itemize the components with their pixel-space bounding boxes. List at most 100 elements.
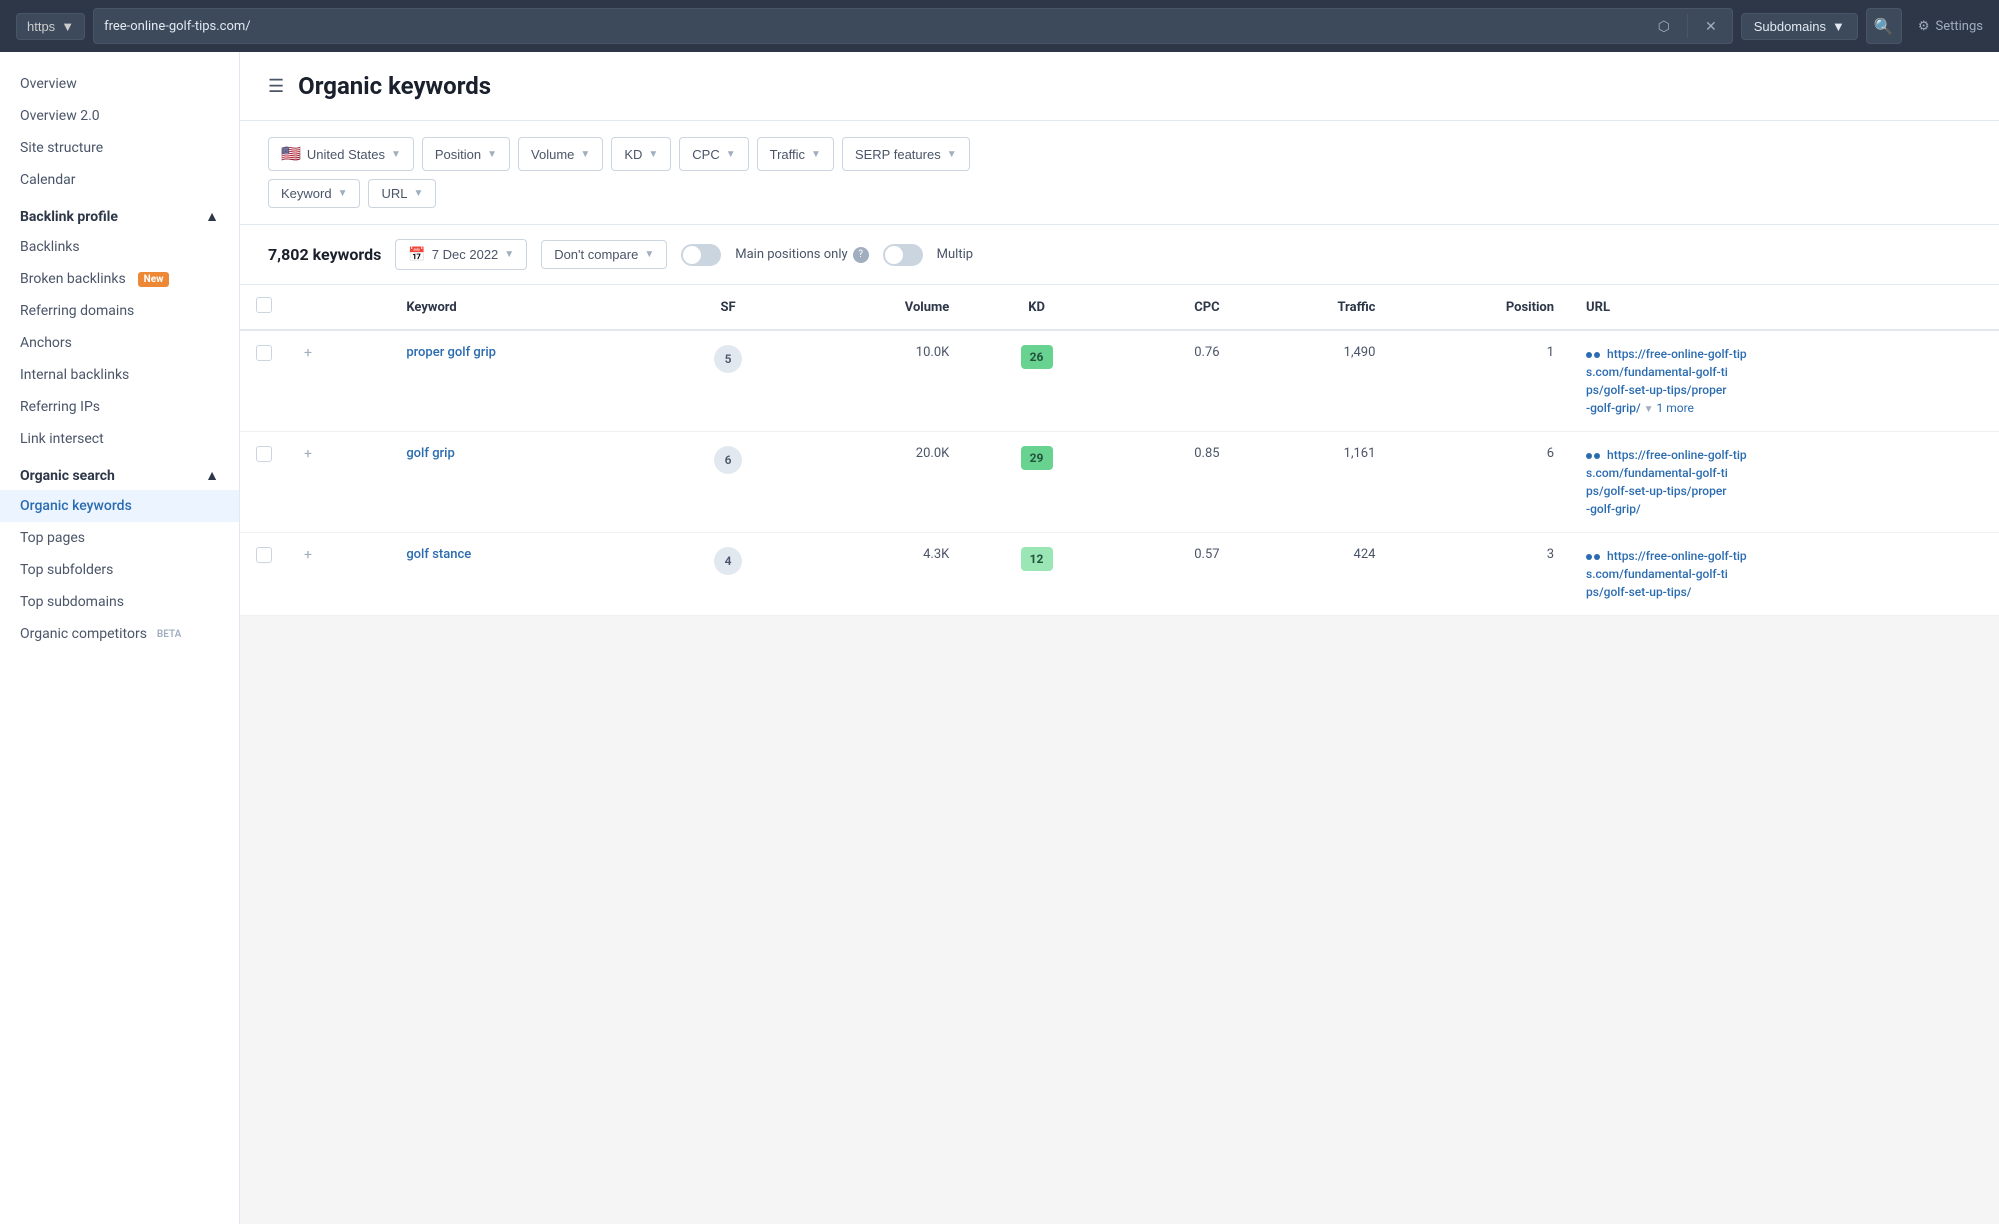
keyword-cell: golf stance: [390, 533, 661, 616]
date-picker[interactable]: 📅 7 Dec 2022 ▼: [395, 239, 527, 270]
protocol-selector[interactable]: https ▼: [16, 13, 85, 40]
sidebar-item-broken-backlinks[interactable]: Broken backlinks New: [0, 263, 239, 295]
hamburger-icon[interactable]: ☰: [268, 76, 284, 97]
chevron-down-icon: ▼: [504, 249, 514, 260]
url-icon: [1586, 352, 1600, 358]
sidebar-item-calendar[interactable]: Calendar: [0, 164, 239, 196]
subdomains-selector[interactable]: Subdomains ▼: [1741, 13, 1858, 40]
position-cell: 6: [1391, 432, 1570, 533]
serp-features-filter[interactable]: SERP features ▼: [842, 137, 970, 171]
sidebar-item-top-subfolders[interactable]: Top subfolders: [0, 554, 239, 586]
sidebar-item-overview2[interactable]: Overview 2.0: [0, 100, 239, 132]
multi-toggle[interactable]: [883, 244, 923, 266]
row-checkbox[interactable]: [256, 446, 272, 462]
keywords-data-table: Keyword SF Volume KD CPC Traffic Positio…: [240, 285, 1999, 616]
expand-arrow[interactable]: ▼: [1644, 404, 1654, 415]
sidebar-item-internal-backlinks[interactable]: Internal backlinks: [0, 359, 239, 391]
url-link[interactable]: https://free-online-golf-tips.com/fundam…: [1586, 549, 1747, 599]
new-badge: New: [138, 272, 170, 287]
kd-cell: 26: [965, 330, 1108, 432]
position-col-header[interactable]: Position: [1391, 285, 1570, 330]
keyword-link[interactable]: golf stance: [406, 547, 471, 562]
kd-badge: 12: [1021, 547, 1053, 571]
search-button[interactable]: 🔍: [1866, 8, 1902, 44]
url-link[interactable]: https://free-online-golf-tips.com/fundam…: [1586, 448, 1747, 516]
chevron-down-icon: ▼: [338, 188, 348, 199]
kd-col-header[interactable]: KD: [965, 285, 1108, 330]
row-checkbox[interactable]: [256, 547, 272, 563]
keyword-link[interactable]: golf grip: [406, 446, 454, 461]
sidebar-item-anchors[interactable]: Anchors: [0, 327, 239, 359]
main-positions-toggle[interactable]: [681, 244, 721, 266]
expand-row-button[interactable]: +: [304, 446, 312, 462]
chevron-down-icon: ▼: [947, 149, 957, 160]
row-expand-cell: +: [288, 432, 390, 533]
volume-col-header[interactable]: Volume: [795, 285, 965, 330]
url-cell: https://free-online-golf-tips.com/fundam…: [1570, 432, 1999, 533]
url-filter[interactable]: URL ▼: [368, 179, 436, 208]
section-header-organic-search[interactable]: Organic search ▲: [0, 455, 239, 490]
sf-badge: 5: [714, 345, 742, 373]
sidebar-item-site-structure[interactable]: Site structure: [0, 132, 239, 164]
sidebar-item-referring-domains[interactable]: Referring domains: [0, 295, 239, 327]
select-all-checkbox[interactable]: [256, 297, 272, 313]
close-icon[interactable]: ✕: [1700, 16, 1722, 37]
position-filter[interactable]: Position ▼: [422, 137, 510, 171]
page-title: Organic keywords: [298, 72, 491, 100]
country-filter[interactable]: 🇺🇸 United States ▼: [268, 137, 414, 171]
settings-label: Settings: [1936, 19, 1983, 34]
sf-col-header[interactable]: SF: [661, 285, 795, 330]
cpc-filter[interactable]: CPC ▼: [679, 137, 748, 171]
section-header-backlink-profile[interactable]: Backlink profile ▲: [0, 196, 239, 231]
traffic-filter[interactable]: Traffic ▼: [757, 137, 834, 171]
table-header: Keyword SF Volume KD CPC Traffic Positio…: [240, 285, 1999, 330]
keyword-link[interactable]: proper golf grip: [406, 345, 496, 360]
row-checkbox-cell: [240, 432, 288, 533]
select-all-header[interactable]: [240, 285, 288, 330]
sf-cell: 6: [661, 432, 795, 533]
cpc-col-header[interactable]: CPC: [1108, 285, 1236, 330]
url-icon: [1586, 453, 1600, 459]
kd-cell: 29: [965, 432, 1108, 533]
multi-label: Multip: [937, 247, 973, 262]
chevron-down-icon: ▼: [644, 249, 654, 260]
sidebar-item-backlinks[interactable]: Backlinks: [0, 231, 239, 263]
row-checkbox[interactable]: [256, 345, 272, 361]
cpc-cell: 0.76: [1108, 330, 1236, 432]
url-col-header[interactable]: URL: [1570, 285, 1999, 330]
keyword-col-header[interactable]: Keyword: [390, 285, 661, 330]
position-cell: 3: [1391, 533, 1570, 616]
sidebar-item-link-intersect[interactable]: Link intersect: [0, 423, 239, 455]
keyword-cell: golf grip: [390, 432, 661, 533]
volume-filter[interactable]: Volume ▼: [518, 137, 603, 171]
table-row: + proper golf grip 5 10.0K 26 0.76 1,490…: [240, 330, 1999, 432]
keyword-filter[interactable]: Keyword ▼: [268, 179, 360, 208]
external-link-icon[interactable]: ⬡: [1653, 16, 1675, 37]
settings-link[interactable]: ⚙ Settings: [1918, 19, 1983, 34]
filters-area: 🇺🇸 United States ▼ Position ▼ Volume ▼ K…: [240, 121, 1999, 225]
cpc-cell: 0.85: [1108, 432, 1236, 533]
row-checkbox-cell: [240, 533, 288, 616]
sidebar-item-organic-competitors[interactable]: Organic competitors BETA: [0, 618, 239, 650]
expand-col-header: [288, 285, 390, 330]
expand-row-button[interactable]: +: [304, 547, 312, 563]
help-icon[interactable]: ?: [853, 247, 869, 263]
sidebar-item-organic-keywords[interactable]: Organic keywords: [0, 490, 239, 522]
expand-row-button[interactable]: +: [304, 345, 312, 361]
sidebar-item-referring-ips[interactable]: Referring IPs: [0, 391, 239, 423]
row-expand-cell: +: [288, 533, 390, 616]
more-urls-link[interactable]: 1 more: [1657, 401, 1694, 415]
kd-badge: 29: [1021, 446, 1053, 470]
url-display[interactable]: free-online-golf-tips.com/: [104, 19, 1645, 34]
volume-cell: 20.0K: [795, 432, 965, 533]
sidebar-item-top-pages[interactable]: Top pages: [0, 522, 239, 554]
row-expand-cell: +: [288, 330, 390, 432]
sidebar-item-top-subdomains[interactable]: Top subdomains: [0, 586, 239, 618]
divider: [1687, 14, 1688, 38]
compare-selector[interactable]: Don't compare ▼: [541, 240, 667, 269]
chevron-down-icon: ▼: [414, 188, 424, 199]
kd-filter[interactable]: KD ▼: [611, 137, 671, 171]
sidebar-item-overview[interactable]: Overview: [0, 68, 239, 100]
traffic-col-header[interactable]: Traffic: [1236, 285, 1392, 330]
kd-badge: 26: [1021, 345, 1053, 369]
